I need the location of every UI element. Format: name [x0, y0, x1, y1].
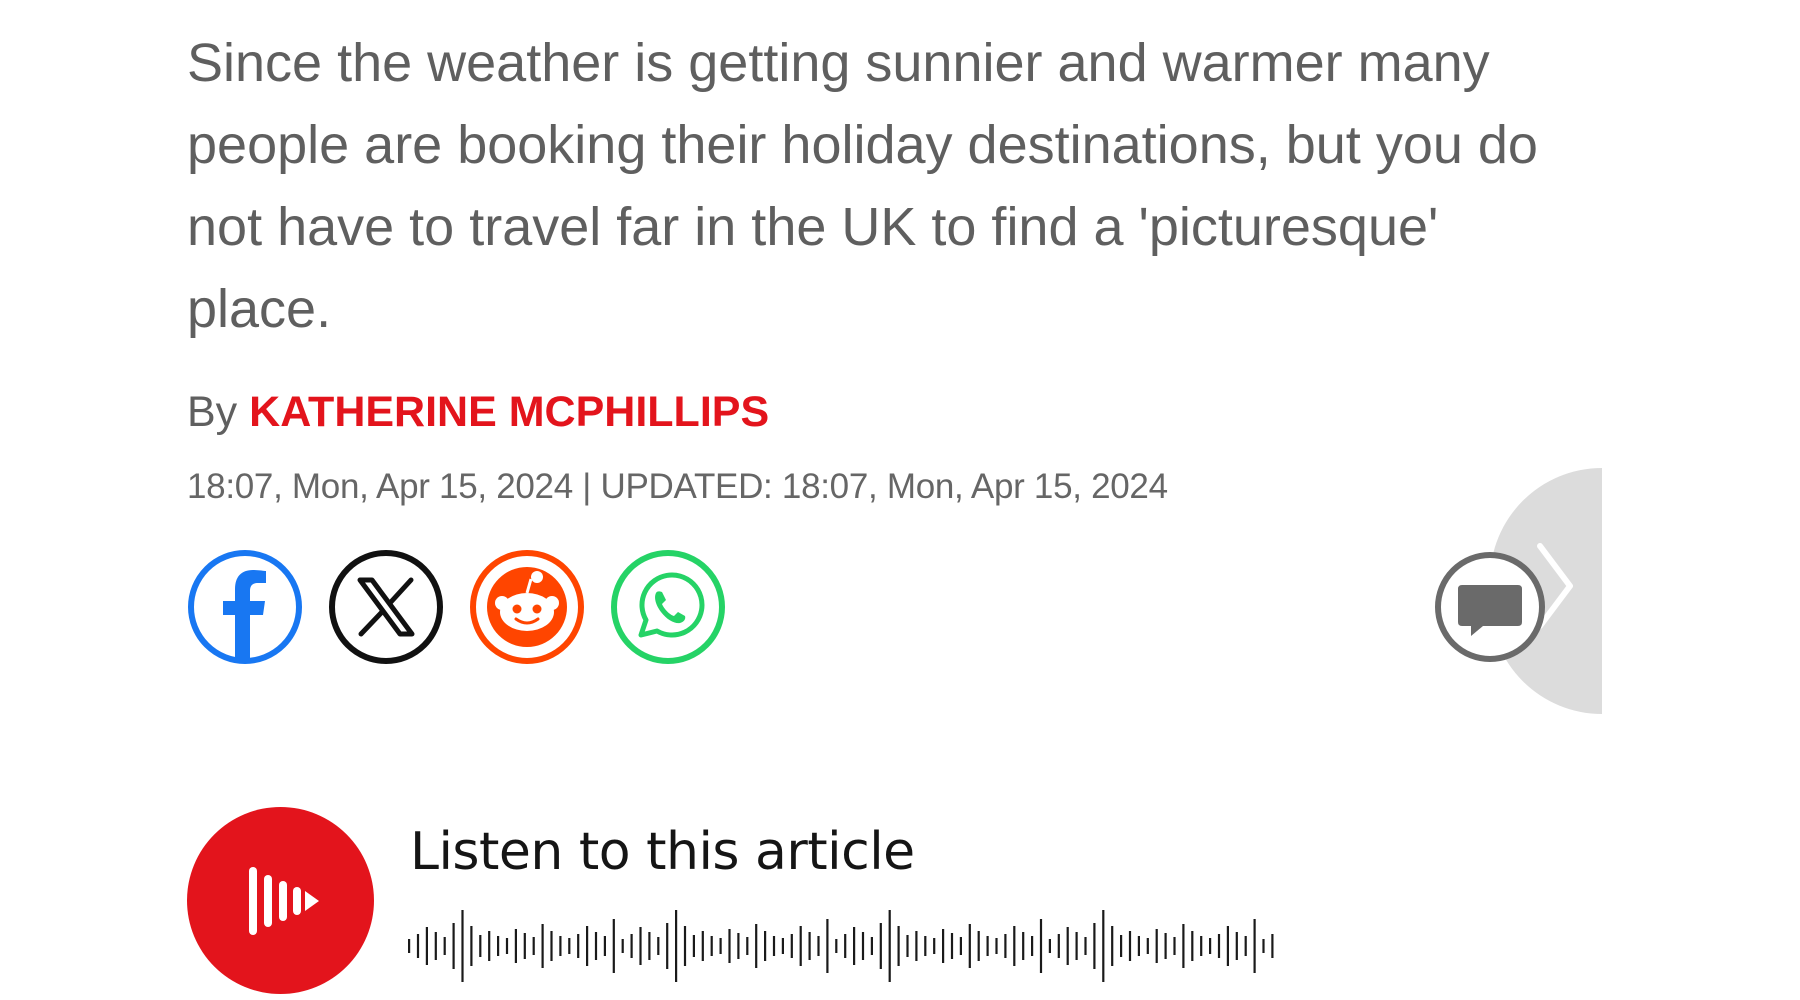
x-share-button[interactable]: [328, 549, 444, 665]
audio-play-icon: [249, 867, 319, 935]
whatsapp-share-button[interactable]: [610, 549, 726, 665]
article-standfirst: Since the weather is getting sunnier and…: [187, 33, 1538, 339]
byline-prefix: By: [187, 388, 238, 436]
comments-button[interactable]: [1433, 550, 1547, 664]
x-icon: [329, 550, 443, 664]
facebook-share-button[interactable]: [187, 549, 303, 665]
listen-title: Listen to this article: [410, 822, 915, 882]
author-link[interactable]: KATHERINE MCPHILLIPS: [249, 388, 769, 436]
waveform-icon[interactable]: [406, 906, 1286, 986]
byline: By KATHERINE MCPHILLIPS: [187, 388, 769, 437]
whatsapp-icon: [611, 550, 725, 664]
listen-play-button[interactable]: [187, 807, 374, 994]
reddit-icon: [470, 550, 584, 664]
facebook-icon: [188, 550, 302, 664]
reddit-share-button[interactable]: [469, 549, 585, 665]
dateline: 18:07, Mon, Apr 15, 2024 | UPDATED: 18:0…: [187, 467, 1168, 506]
comment-bubble-icon: [1435, 552, 1545, 662]
